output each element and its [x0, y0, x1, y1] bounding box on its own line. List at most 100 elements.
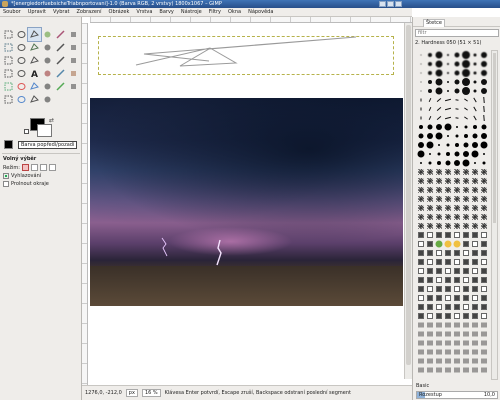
brush-preview[interactable]	[416, 266, 425, 275]
menu-filtry[interactable]: Filtry	[209, 9, 221, 15]
brush-preview[interactable]	[416, 221, 425, 230]
brush-preview[interactable]	[416, 284, 425, 293]
dodge-burn-icon[interactable]	[41, 93, 54, 106]
brush-preview[interactable]	[416, 149, 425, 158]
brush-preview[interactable]	[461, 140, 470, 149]
brush-preview[interactable]	[479, 86, 488, 95]
brush-preview[interactable]	[434, 77, 443, 86]
brush-preview[interactable]	[470, 221, 479, 230]
brush-preview[interactable]	[443, 248, 452, 257]
bucket-fill-icon[interactable]	[41, 67, 54, 80]
brush-preview[interactable]	[461, 59, 470, 68]
brush-preview[interactable]	[425, 194, 434, 203]
brush-preview[interactable]	[479, 77, 488, 86]
maximize-icon[interactable]	[387, 1, 394, 7]
brush-preview[interactable]	[443, 356, 452, 365]
brush-preview[interactable]	[416, 140, 425, 149]
brush-preview[interactable]	[434, 140, 443, 149]
brush-preview[interactable]	[452, 131, 461, 140]
brush-preview[interactable]	[425, 239, 434, 248]
brush-preview[interactable]	[434, 59, 443, 68]
brush-preview[interactable]	[443, 113, 452, 122]
brush-preview[interactable]	[479, 140, 488, 149]
brush-preview[interactable]	[416, 122, 425, 131]
brush-preview[interactable]	[479, 230, 488, 239]
brush-preview[interactable]	[425, 50, 434, 59]
brush-preview[interactable]	[434, 221, 443, 230]
brush-preview[interactable]	[443, 149, 452, 158]
brush-preview[interactable]	[479, 95, 488, 104]
menu-vrstva[interactable]: Vrstva	[136, 9, 152, 15]
perspective-clone-icon[interactable]	[2, 93, 15, 106]
brush-preview[interactable]	[425, 68, 434, 77]
brush-preview[interactable]	[461, 275, 470, 284]
brush-preview[interactable]	[470, 266, 479, 275]
brush-preview[interactable]	[434, 68, 443, 77]
brush-preview[interactable]	[452, 311, 461, 320]
cage-icon[interactable]	[15, 67, 28, 80]
brush-preview[interactable]	[443, 347, 452, 356]
tab-brushes[interactable]: Štetce	[423, 19, 445, 27]
brush-preview[interactable]	[479, 167, 488, 176]
brush-preview[interactable]	[434, 185, 443, 194]
brush-preview[interactable]	[452, 284, 461, 293]
brush-preview[interactable]	[461, 194, 470, 203]
brush-preview[interactable]	[425, 338, 434, 347]
brush-preview[interactable]	[470, 113, 479, 122]
brush-preview[interactable]	[416, 311, 425, 320]
brush-preview[interactable]	[461, 185, 470, 194]
brush-preview[interactable]	[479, 158, 488, 167]
brush-list-scrollbar[interactable]	[491, 50, 498, 380]
background-color-swatch[interactable]	[37, 124, 52, 137]
brush-preview[interactable]	[470, 158, 479, 167]
brush-preview[interactable]	[443, 86, 452, 95]
mode-add-button[interactable]	[30, 164, 38, 171]
zoom-select[interactable]: 16 %	[141, 389, 161, 397]
brush-preview[interactable]	[443, 140, 452, 149]
brush-preview[interactable]	[470, 356, 479, 365]
brush-preview[interactable]	[461, 329, 470, 338]
brush-preview[interactable]	[425, 104, 434, 113]
flip-icon[interactable]	[2, 67, 15, 80]
brush-preview[interactable]	[479, 257, 488, 266]
brush-preview[interactable]	[416, 230, 425, 239]
brush-preview[interactable]	[425, 284, 434, 293]
brush-preview[interactable]	[443, 230, 452, 239]
airbrush-icon[interactable]	[28, 80, 41, 93]
brush-preview[interactable]	[416, 113, 425, 122]
brush-preview[interactable]	[416, 203, 425, 212]
brush-preview[interactable]	[443, 77, 452, 86]
free-select-icon[interactable]	[27, 27, 42, 42]
brush-preview[interactable]	[461, 95, 470, 104]
measure-icon[interactable]	[54, 41, 67, 54]
mode-replace-button[interactable]	[21, 164, 29, 171]
brush-preview[interactable]	[452, 95, 461, 104]
brush-preview[interactable]	[461, 68, 470, 77]
menu-soubor[interactable]: Soubor	[3, 9, 21, 15]
brush-preview[interactable]	[470, 59, 479, 68]
brush-preview[interactable]	[452, 50, 461, 59]
brush-preview[interactable]	[470, 320, 479, 329]
blend-icon[interactable]	[54, 67, 67, 80]
brush-preview[interactable]	[470, 293, 479, 302]
brush-preview[interactable]	[443, 95, 452, 104]
brush-preview[interactable]	[443, 320, 452, 329]
menu-zobrazeni[interactable]: Zobrazení	[76, 9, 101, 15]
brush-preview[interactable]	[452, 86, 461, 95]
brush-preview[interactable]	[434, 86, 443, 95]
brush-preview[interactable]	[443, 284, 452, 293]
brush-preview[interactable]	[434, 149, 443, 158]
storm-photo-layer[interactable]	[90, 98, 403, 306]
brush-preview[interactable]	[452, 113, 461, 122]
brush-preview[interactable]	[434, 275, 443, 284]
brush-preview[interactable]	[479, 131, 488, 140]
brush-preview[interactable]	[470, 95, 479, 104]
menu-okna[interactable]: Okna	[228, 9, 241, 15]
brush-preview[interactable]	[479, 347, 488, 356]
shear-icon[interactable]	[54, 54, 67, 67]
brush-preview[interactable]	[461, 86, 470, 95]
brush-preview[interactable]	[416, 248, 425, 257]
brush-preview[interactable]	[470, 176, 479, 185]
canvas-area[interactable]	[82, 17, 412, 385]
brush-preview[interactable]	[452, 248, 461, 257]
